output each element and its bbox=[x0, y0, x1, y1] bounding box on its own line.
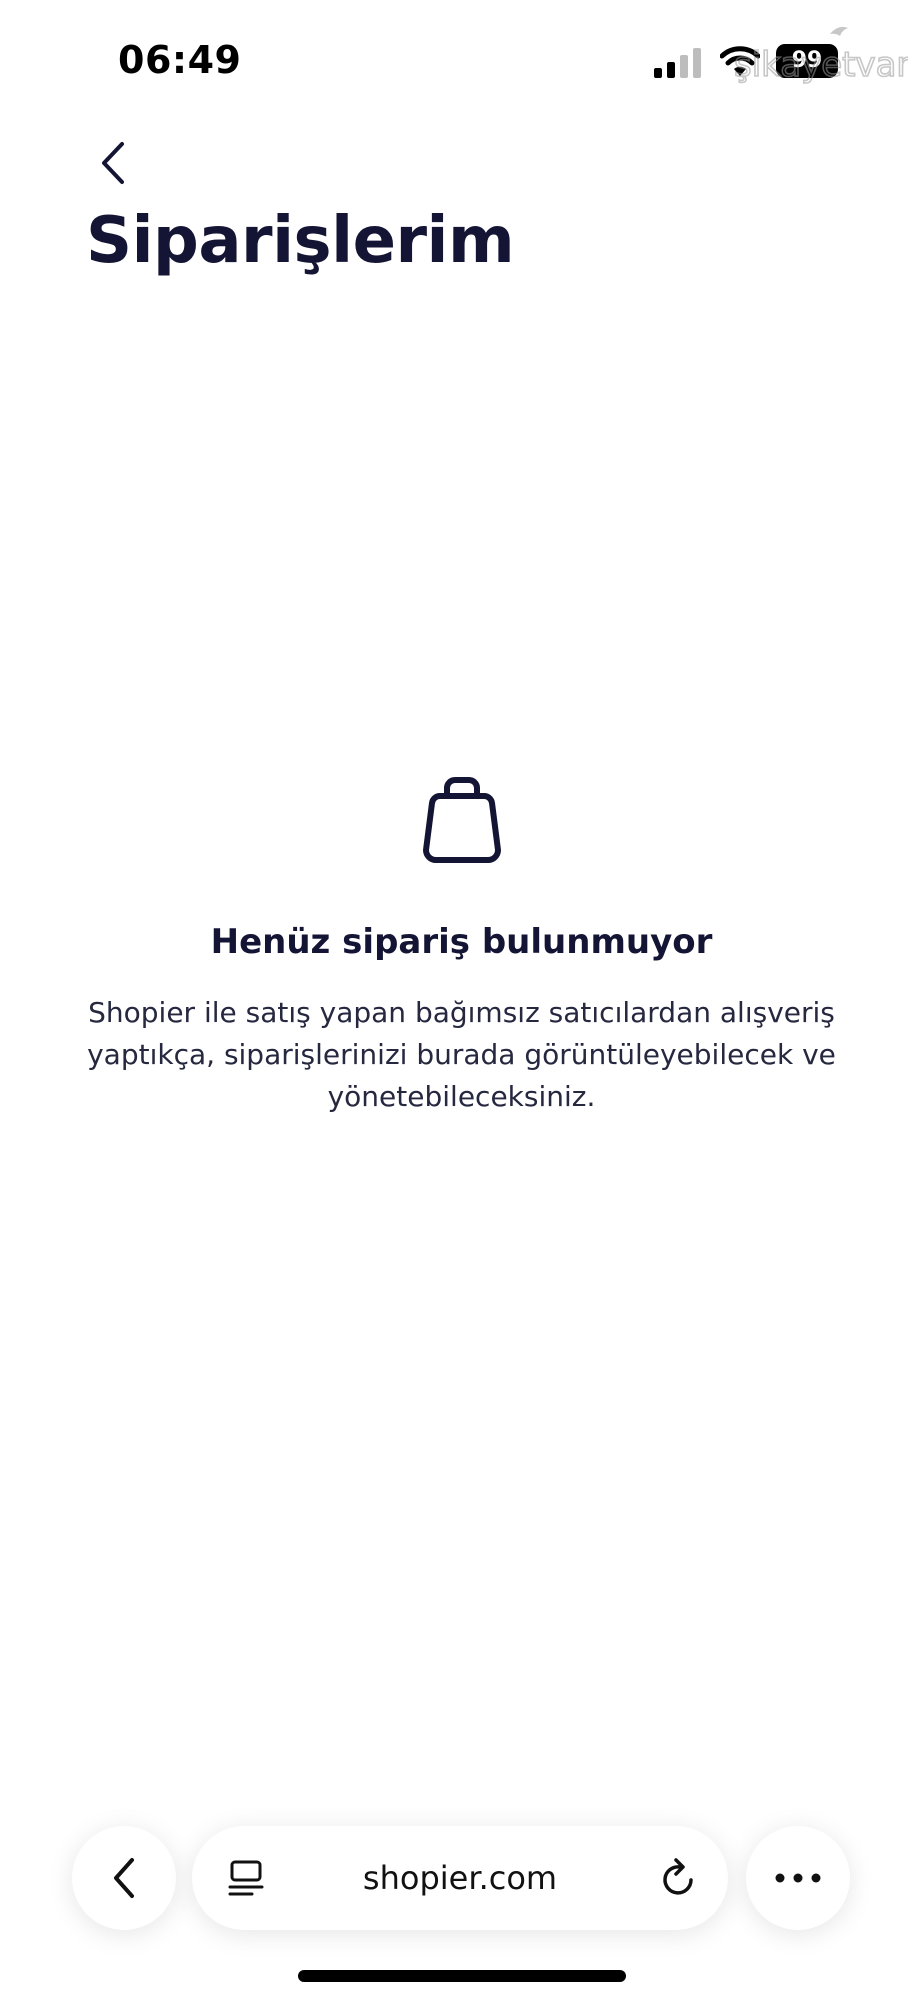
empty-state-description: Shopier ile satış yapan bağımsız satıcıl… bbox=[87, 996, 836, 1113]
page-menu-icon[interactable] bbox=[226, 1858, 266, 1898]
sikayetvar-watermark-logo: şikayetvar bbox=[733, 26, 908, 86]
empty-state-title: Henüz sipariş bulunmuyor bbox=[210, 922, 713, 962]
chevron-left-icon bbox=[102, 142, 124, 184]
page-title: Siparişlerim bbox=[86, 204, 515, 278]
url-text: shopier.com bbox=[362, 1859, 558, 1897]
browser-back-button[interactable] bbox=[72, 1826, 176, 1930]
back-button[interactable] bbox=[90, 136, 140, 190]
reload-icon[interactable] bbox=[658, 1856, 700, 1900]
status-time: 06:49 bbox=[118, 38, 242, 82]
more-dots-icon bbox=[775, 1873, 821, 1883]
chevron-left-icon bbox=[114, 1858, 134, 1898]
address-bar[interactable]: shopier.com bbox=[192, 1826, 728, 1930]
home-indicator[interactable] bbox=[298, 1970, 626, 1982]
browser-toolbar: shopier.com bbox=[0, 1808, 923, 1948]
status-bar: 06:49 99 şikayetvar bbox=[0, 0, 923, 120]
watermark-text: şikayetvar bbox=[734, 45, 908, 85]
empty-state: Henüz sipariş bulunmuyor Shopier ile sat… bbox=[0, 770, 923, 1118]
cellular-signal-icon bbox=[654, 48, 701, 78]
more-options-button[interactable] bbox=[746, 1826, 850, 1930]
shopping-bag-icon bbox=[422, 777, 501, 863]
